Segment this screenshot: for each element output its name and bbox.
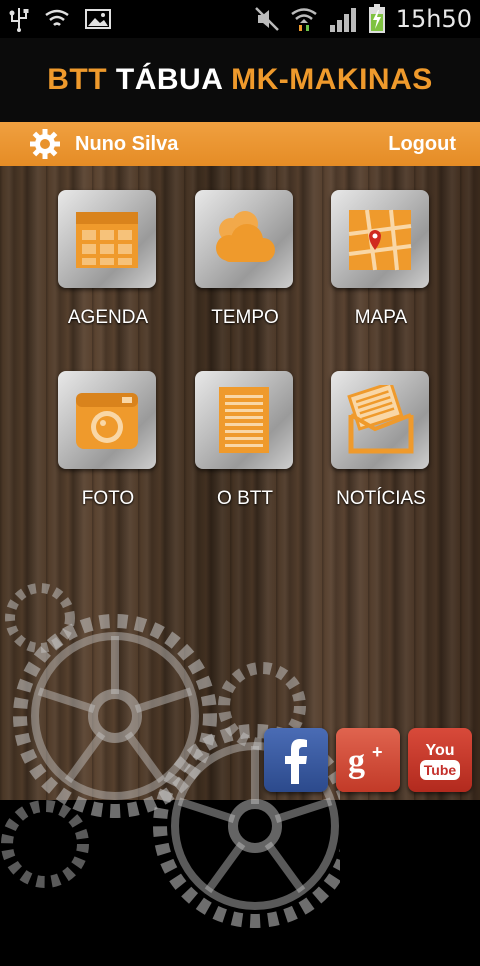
tile-label-agenda: AGENDA: [67, 307, 149, 328]
image-icon: [85, 9, 111, 29]
news-icon: [331, 371, 429, 469]
gear-icon[interactable]: [29, 128, 61, 160]
tile-tempo[interactable]: TEMPO: [185, 190, 305, 340]
svg-text:Tube: Tube: [424, 762, 457, 778]
map-icon: [331, 190, 429, 288]
svg-text:You: You: [425, 742, 454, 759]
user-bar: Nuno Silva Logout: [0, 122, 480, 166]
signal-icon: [329, 8, 356, 32]
svg-text:g: g: [348, 743, 365, 780]
mute-icon: [254, 7, 279, 31]
clock: 15h50: [395, 5, 472, 33]
status-bar-right: 15h50: [254, 4, 472, 34]
wifi-shield-icon: [45, 9, 69, 26]
document-icon: [195, 371, 293, 469]
title-part-btt: BTT: [47, 63, 108, 96]
tile-agenda[interactable]: AGENDA: [48, 190, 168, 340]
facebook-button[interactable]: [264, 728, 328, 792]
tile-noticias[interactable]: NOTÍCIAS: [321, 371, 441, 521]
youtube-icon: You Tube: [420, 742, 460, 780]
logout-button[interactable]: Logout: [388, 133, 456, 156]
facebook-icon: [285, 739, 307, 784]
app-title: BTT TÁBUA MK-MAKINAS: [47, 63, 433, 97]
usb-icon: [9, 8, 29, 32]
youtube-button[interactable]: You Tube: [408, 728, 472, 792]
google-plus-button[interactable]: g +: [336, 728, 400, 792]
status-bar-left: [8, 6, 112, 32]
status-bar: 15h50: [0, 0, 480, 38]
tile-mapa[interactable]: MAPA: [321, 190, 441, 340]
calendar-icon: [58, 190, 156, 288]
tile-o-btt[interactable]: O BTT: [185, 371, 305, 521]
cloud-icon: [195, 190, 293, 288]
battery-charging-icon: [368, 4, 385, 33]
title-part-tabua: TÁBUA: [115, 63, 223, 96]
camera-icon: [58, 371, 156, 469]
tile-label-noticias: NOTÍCIAS: [336, 488, 426, 509]
user-name: Nuno Silva: [75, 133, 179, 155]
wifi-icon: [290, 8, 317, 31]
tile-label-foto: FOTO: [81, 488, 135, 509]
google-plus-icon: g +: [348, 742, 383, 780]
app-header: BTT TÁBUA MK-MAKINAS: [0, 38, 480, 122]
title-part-mk: MK-MAKINAS: [231, 63, 433, 96]
tile-label-mapa: MAPA: [354, 307, 408, 328]
svg-text:+: +: [372, 742, 383, 762]
main-menu-area: AGENDA TEMPO MAPA FOTO O BTT NOTÍCIAS: [0, 166, 480, 800]
tile-foto[interactable]: FOTO: [48, 371, 168, 521]
